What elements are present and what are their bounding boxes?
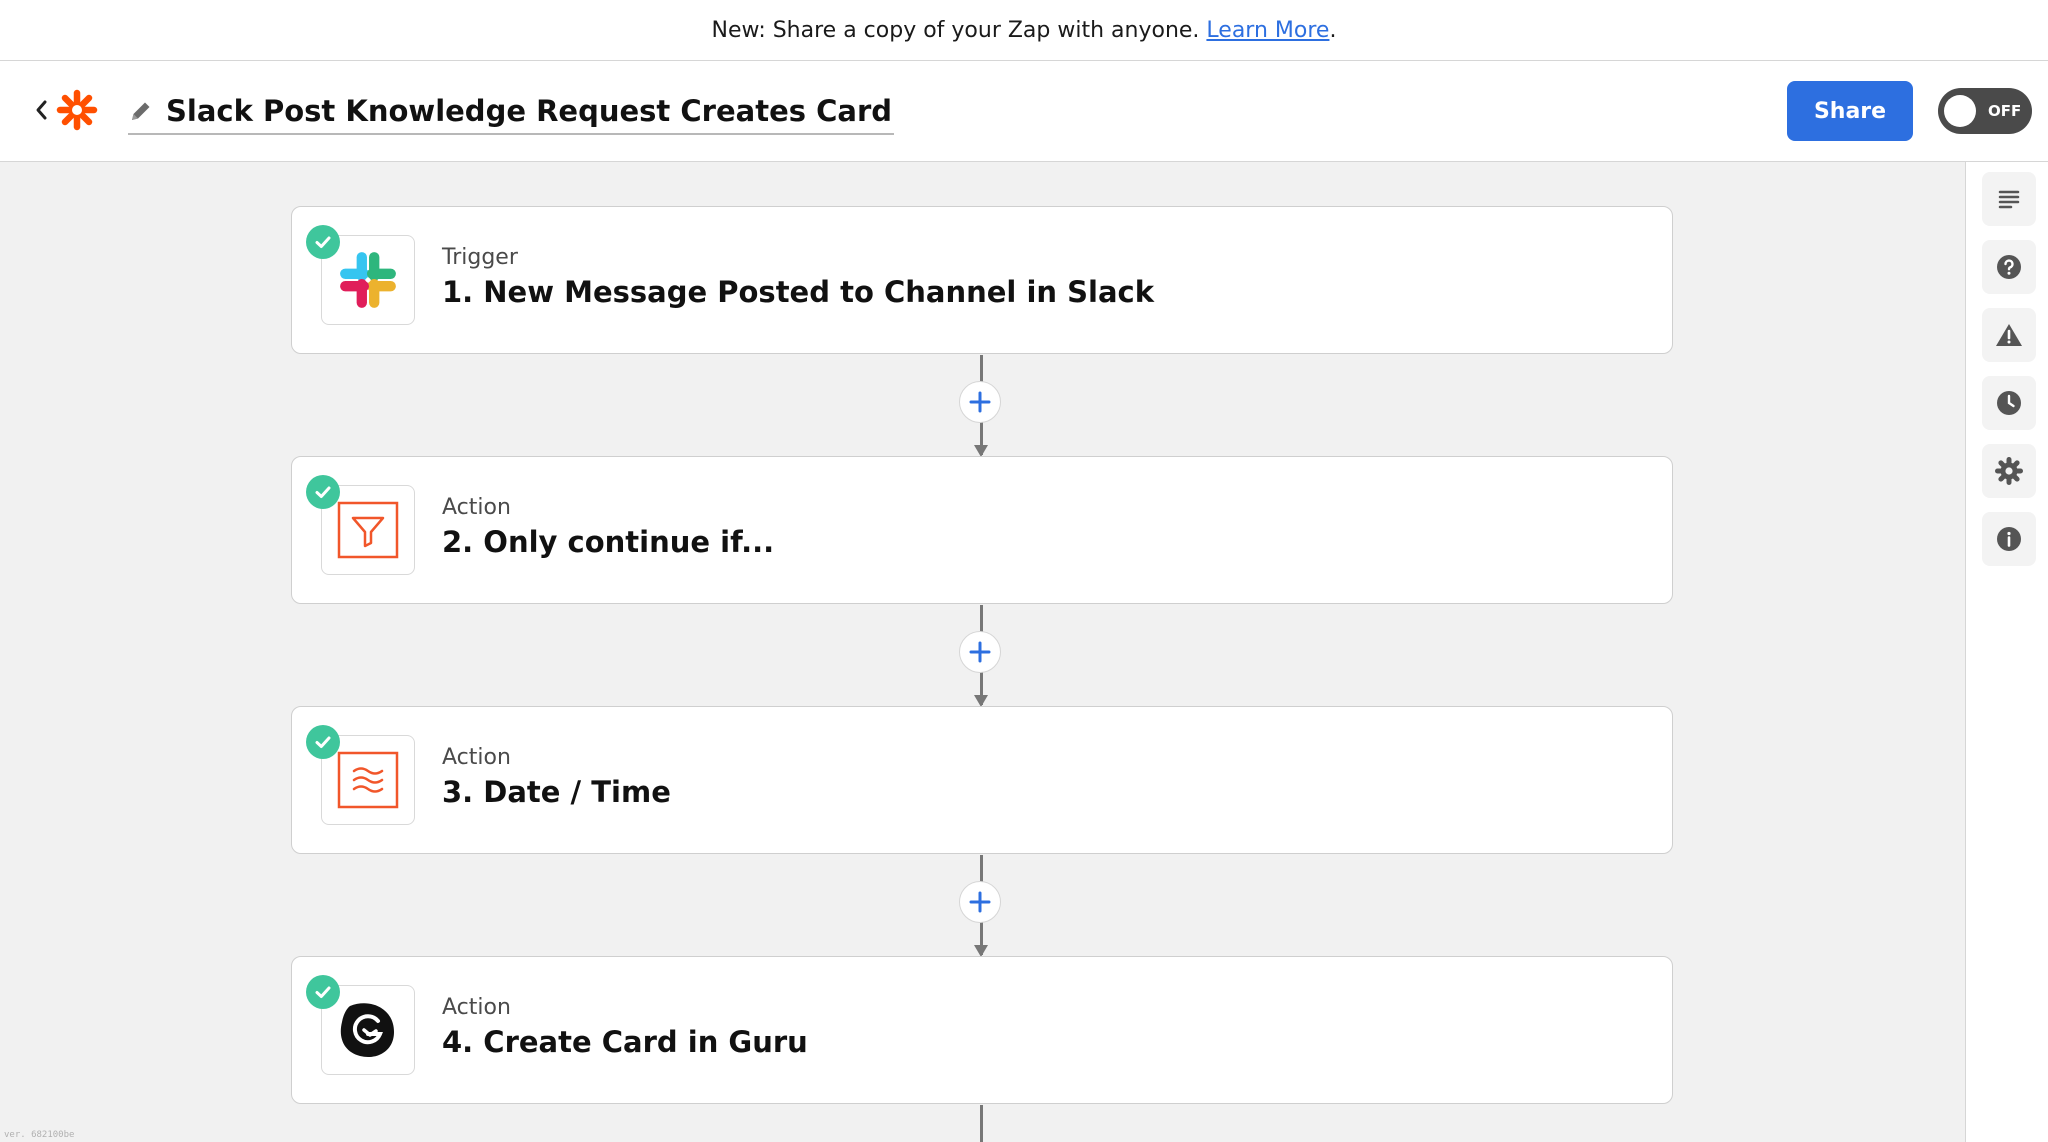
step-title: 2. Only continue if...: [442, 525, 775, 559]
zap-title-field[interactable]: Slack Post Knowledge Request Creates Car…: [128, 89, 895, 135]
right-sidebar: [1965, 162, 2048, 1142]
zapier-asterisk-icon: [56, 89, 98, 131]
add-step-button-1[interactable]: [959, 381, 1001, 423]
pencil-icon: [128, 98, 154, 124]
step-title: 4. Create Card in Guru: [442, 1025, 808, 1059]
history-button[interactable]: [1982, 376, 2036, 430]
zapier-logo[interactable]: [56, 89, 98, 131]
connector-line: [980, 1105, 983, 1142]
step-card-2[interactable]: Action 2. Only continue if...: [291, 456, 1673, 604]
warnings-button[interactable]: [1982, 308, 2036, 362]
info-icon: [1997, 527, 2021, 551]
outline-button[interactable]: [1982, 172, 2036, 226]
warning-icon: [1996, 324, 2022, 346]
check-icon: [306, 725, 340, 759]
step-title: 3. Date / Time: [442, 775, 671, 809]
banner-suffix: .: [1329, 17, 1337, 43]
step-type-label: Action: [442, 495, 511, 520]
zap-editor-header: Slack Post Knowledge Request Creates Car…: [0, 61, 2048, 162]
step-type-label: Action: [442, 995, 511, 1020]
settings-button[interactable]: [1982, 444, 2036, 498]
step-type-label: Action: [442, 745, 511, 770]
learn-more-link[interactable]: Learn More: [1206, 18, 1329, 43]
zap-title: Slack Post Knowledge Request Creates Car…: [166, 94, 893, 128]
plus-icon: [969, 891, 991, 913]
check-icon: [306, 975, 340, 1009]
outline-icon: [1998, 190, 2020, 209]
step-type-label: Trigger: [442, 245, 518, 270]
step-card-3[interactable]: Action 3. Date / Time: [291, 706, 1673, 854]
step-card-4[interactable]: Action 4. Create Card in Guru: [291, 956, 1673, 1104]
plus-icon: [969, 391, 991, 413]
zap-on-off-toggle[interactable]: OFF: [1938, 88, 2032, 134]
add-step-button-3[interactable]: [959, 881, 1001, 923]
help-icon: [1997, 255, 2021, 279]
plus-icon: [969, 641, 991, 663]
banner-text: New: Share a copy of your Zap with anyon…: [711, 17, 1200, 43]
help-button[interactable]: [1982, 240, 2036, 294]
info-button[interactable]: [1982, 512, 2036, 566]
check-icon: [306, 225, 340, 259]
toggle-knob: [1944, 95, 1976, 127]
toggle-label: OFF: [1988, 102, 2022, 120]
history-icon: [1997, 391, 2021, 415]
announcement-banner: New: Share a copy of your Zap with anyon…: [0, 0, 2048, 61]
step-card-1[interactable]: Trigger 1. New Message Posted to Channel…: [291, 206, 1673, 354]
back-button[interactable]: [30, 95, 52, 125]
check-icon: [306, 475, 340, 509]
share-button[interactable]: Share: [1787, 81, 1913, 141]
settings-icon: [1995, 457, 2023, 485]
version-label: ver. 682100be: [4, 1130, 75, 1140]
add-step-button-2[interactable]: [959, 631, 1001, 673]
step-title: 1. New Message Posted to Channel in Slac…: [442, 275, 1155, 309]
chevron-left-icon: [36, 100, 47, 120]
